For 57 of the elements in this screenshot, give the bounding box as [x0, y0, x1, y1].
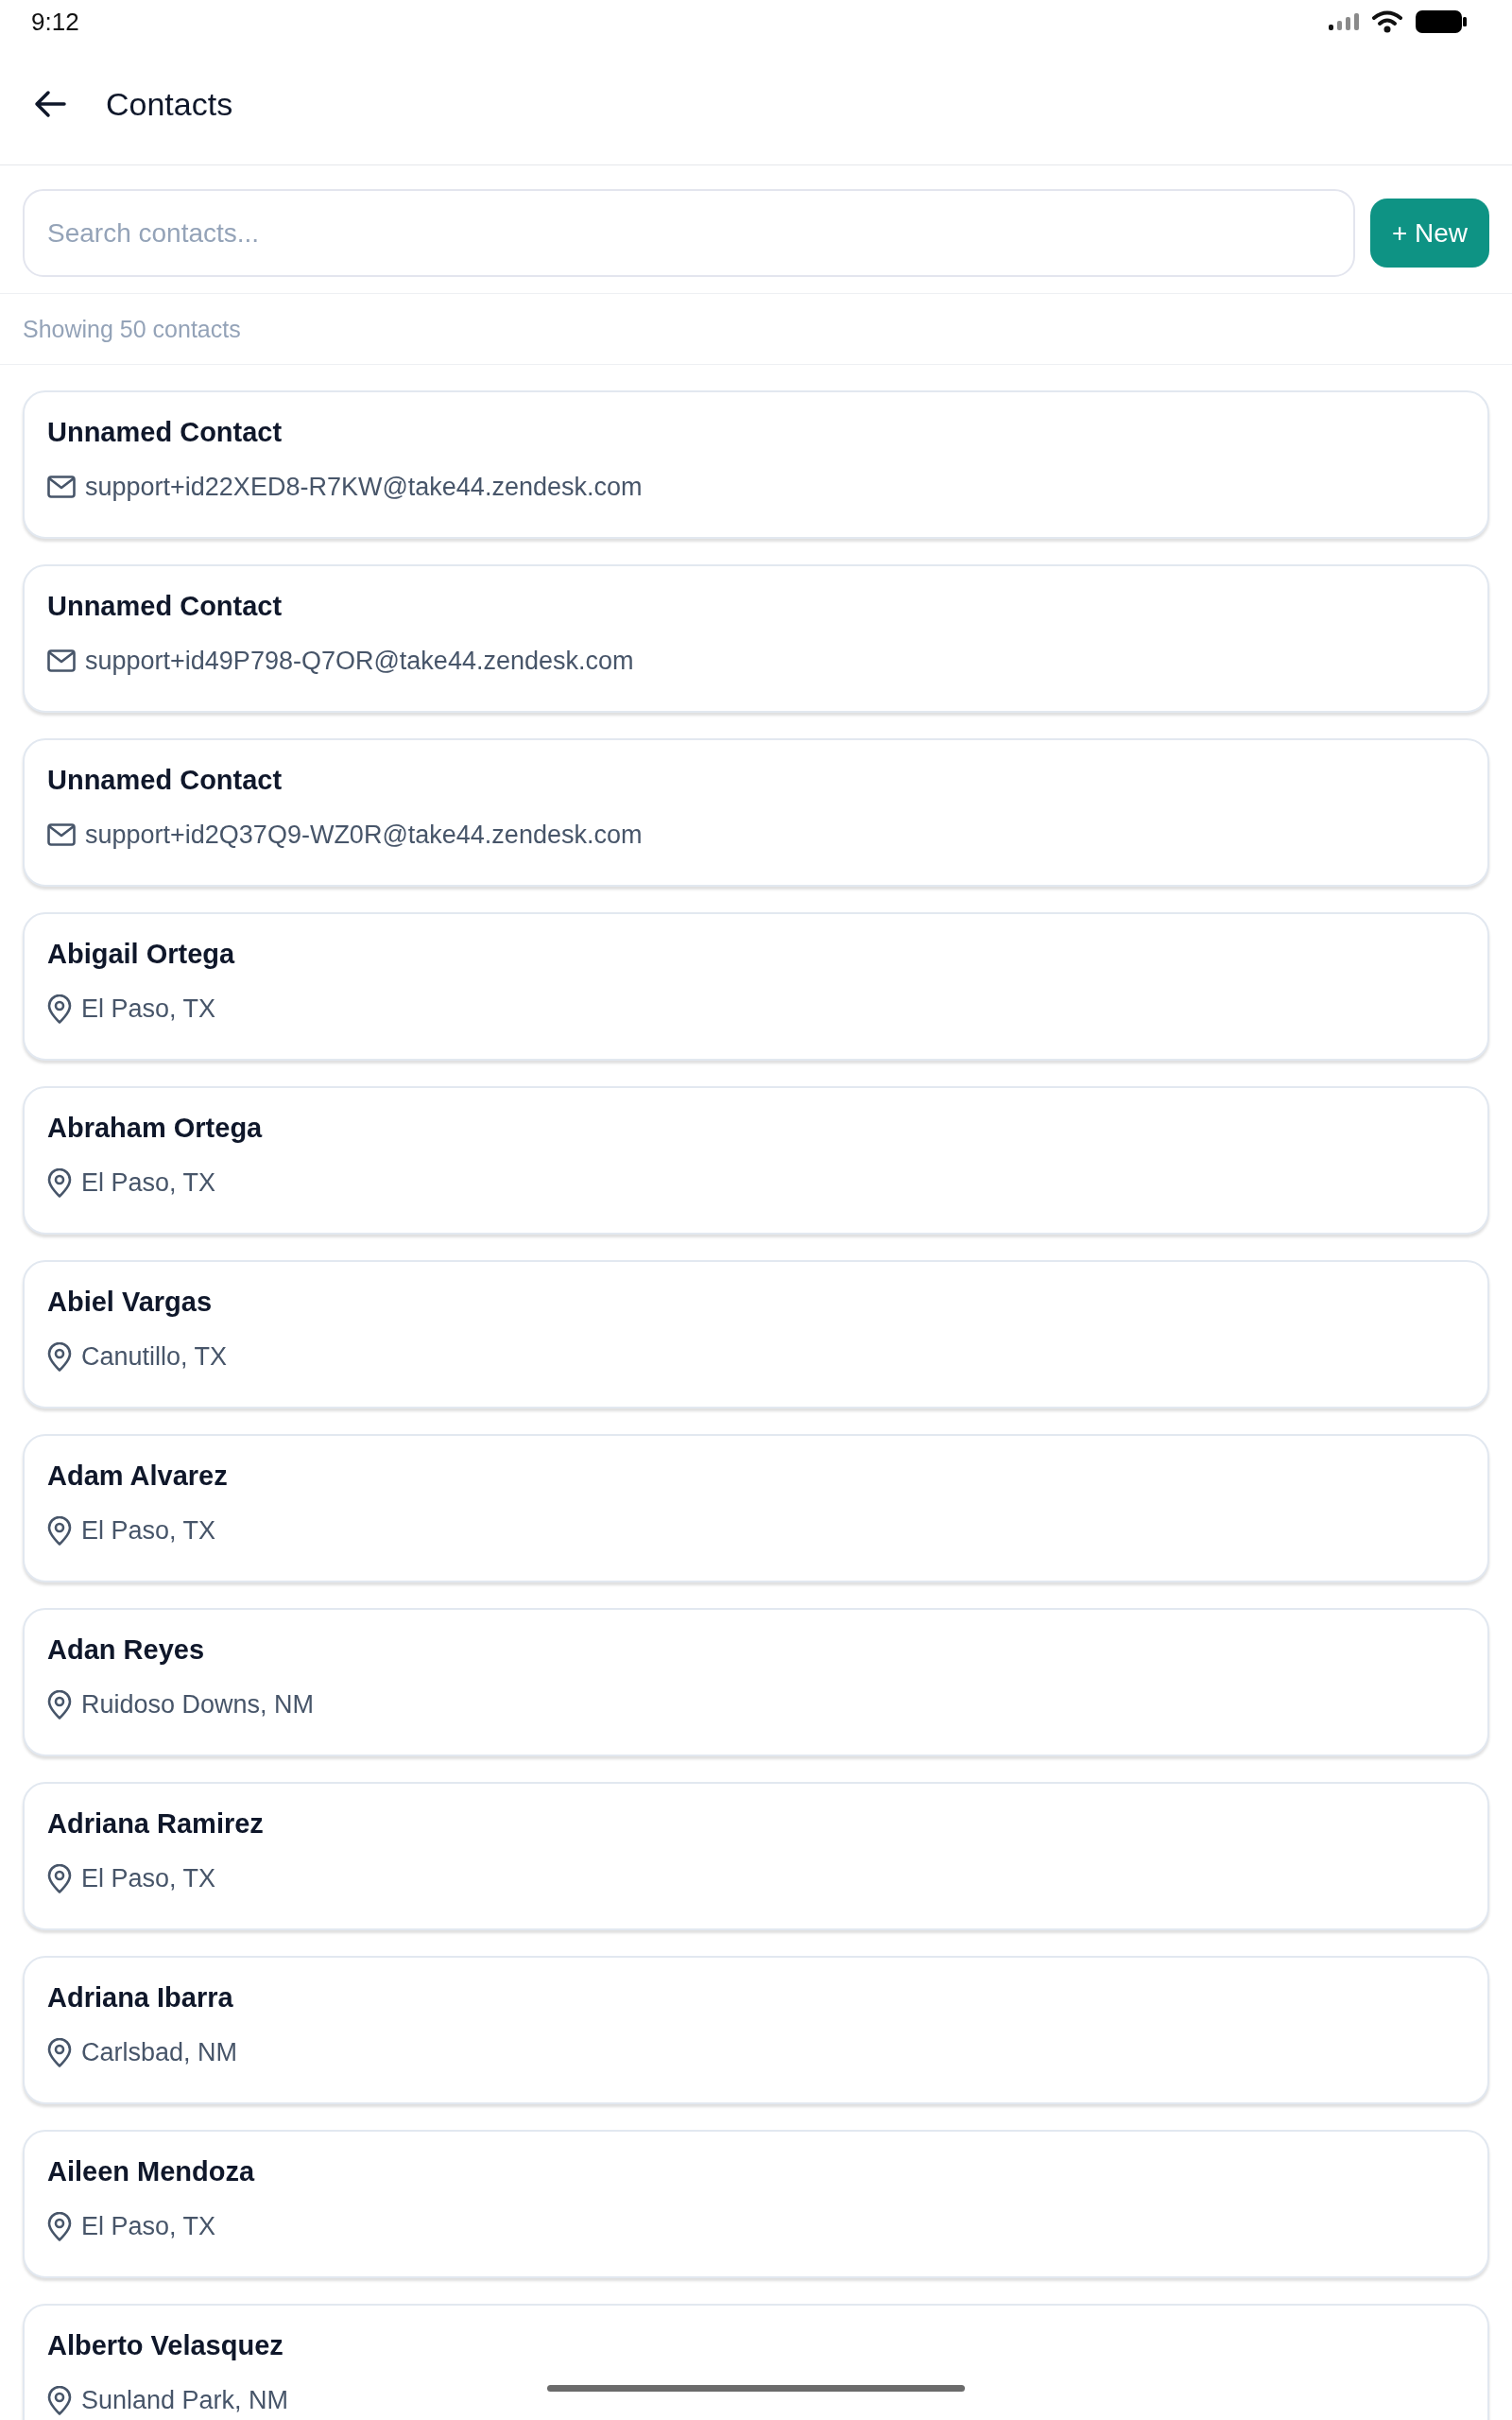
contact-location: El Paso, TX: [81, 994, 216, 1025]
status-time: 9:12: [31, 8, 79, 36]
contact-email: support+id49P798-Q7OR@take44.zendesk.com: [85, 646, 634, 677]
contact-email: support+id22XED8-R7KW@take44.zendesk.com: [85, 472, 643, 503]
location-pin-icon: [47, 1689, 72, 1720]
contact-email: support+id2Q37Q9-WZ0R@take44.zendesk.com: [85, 820, 643, 851]
contact-name: Abraham Ortega: [47, 1112, 263, 1145]
contact-name: Aileen Mendoza: [47, 2155, 255, 2188]
battery-icon: [1416, 10, 1467, 33]
location-pin-icon: [47, 994, 72, 1024]
contact-card[interactable]: Unnamed Contact support+id22XED8-R7KW@take44.zendesk.com: [23, 390, 1489, 539]
contact-card[interactable]: Abigail Ortega El Paso, TX: [23, 912, 1489, 1061]
contact-card[interactable]: Unnamed Contact support+id2Q37Q9-WZ0R@take44.zendesk.com: [23, 738, 1489, 887]
contact-location: Carlsbad, NM: [81, 2037, 238, 2068]
contact-card[interactable]: Adriana Ramirez El Paso, TX: [23, 1782, 1489, 1930]
location-pin-icon: [47, 2385, 72, 2415]
contact-name: Unnamed Contact: [47, 764, 283, 797]
contact-name: Abiel Vargas: [47, 1286, 213, 1319]
contact-location: Ruidoso Downs, NM: [81, 1689, 315, 1720]
contact-card[interactable]: Adan Reyes Ruidoso Downs, NM: [23, 1608, 1489, 1756]
contact-count: Showing 50 contacts: [23, 315, 241, 343]
contact-card[interactable]: Abiel Vargas Canutillo, TX: [23, 1260, 1489, 1409]
location-pin-icon: [47, 1167, 72, 1198]
contact-card[interactable]: Alberto Velasquez Sunland Park, NM: [23, 2304, 1489, 2420]
new-button[interactable]: + New: [1370, 199, 1489, 268]
page-title: Contacts: [106, 85, 233, 123]
contact-card[interactable]: Unnamed Contact support+id49P798-Q7OR@take44.zendesk.com: [23, 564, 1489, 713]
location-pin-icon: [47, 2211, 72, 2241]
back-arrow-icon: [34, 90, 66, 118]
contact-name: Adan Reyes: [47, 1634, 204, 1667]
contact-name: Alberto Velasquez: [47, 2329, 284, 2362]
location-pin-icon: [47, 1863, 72, 1893]
contact-name: Adam Alvarez: [47, 1460, 228, 1493]
mail-icon: [47, 823, 76, 846]
contact-name: Unnamed Contact: [47, 590, 283, 623]
contact-card[interactable]: Adam Alvarez El Paso, TX: [23, 1434, 1489, 1582]
contact-location: El Paso, TX: [81, 1515, 216, 1547]
contact-name: Adriana Ramirez: [47, 1807, 264, 1841]
location-pin-icon: [47, 1515, 72, 1546]
contact-card[interactable]: Adriana Ibarra Carlsbad, NM: [23, 1956, 1489, 2104]
contact-location: El Paso, TX: [81, 1863, 216, 1894]
mail-icon: [47, 649, 76, 672]
contact-name: Abigail Ortega: [47, 938, 235, 971]
contact-location: El Paso, TX: [81, 2211, 216, 2242]
location-pin-icon: [47, 2037, 72, 2067]
mail-icon: [47, 475, 76, 498]
location-pin-icon: [47, 1341, 72, 1372]
contact-name: Unnamed Contact: [47, 416, 283, 449]
search-field[interactable]: Search contacts...: [23, 189, 1355, 277]
contact-location: El Paso, TX: [81, 1167, 216, 1199]
contact-card[interactable]: Abraham Ortega El Paso, TX: [23, 1086, 1489, 1235]
contact-card[interactable]: Aileen Mendoza El Paso, TX: [23, 2130, 1489, 2278]
signal-icon: [1329, 13, 1359, 30]
contact-name: Adriana Ibarra: [47, 1981, 233, 2014]
contact-location: Canutillo, TX: [81, 1341, 228, 1373]
contact-location: Sunland Park, NM: [81, 2385, 289, 2416]
wifi-icon: [1372, 10, 1402, 33]
